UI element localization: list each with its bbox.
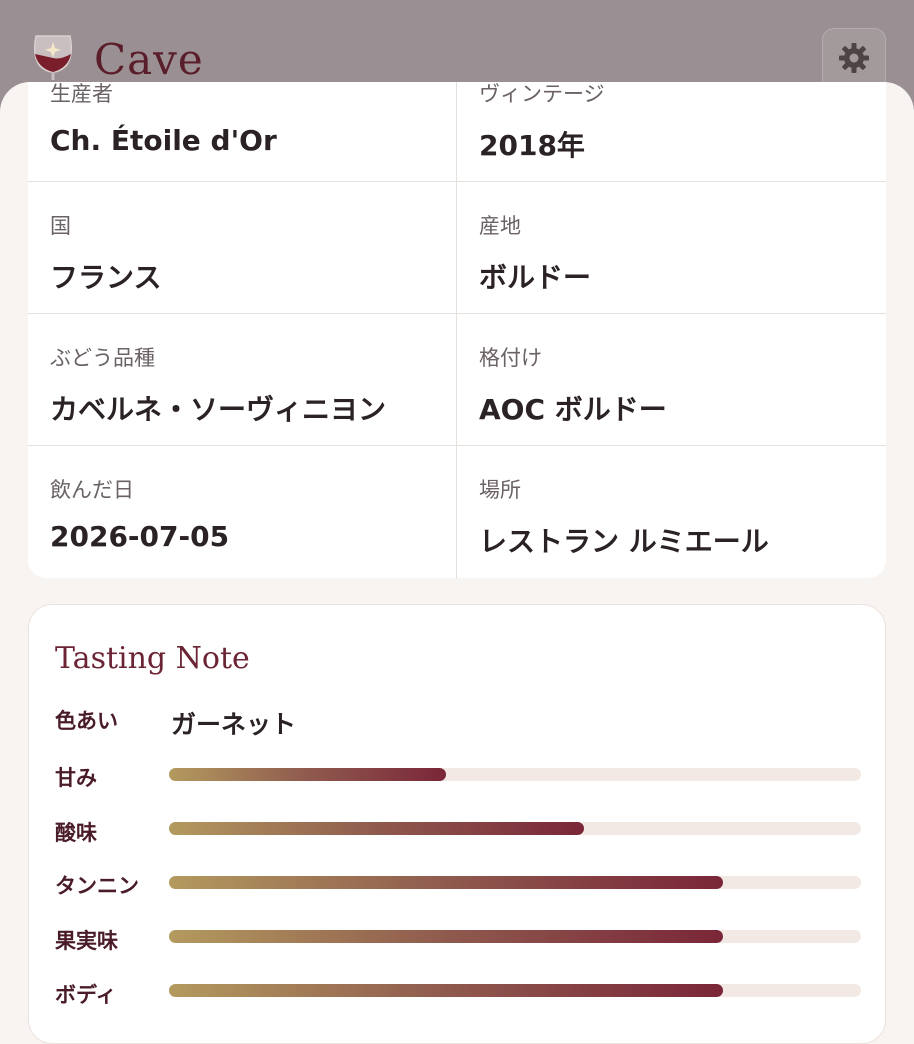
info-label: 生産者 bbox=[50, 82, 113, 106]
info-label: 飲んだ日 bbox=[50, 478, 134, 502]
info-cell-vintage: ヴィンテージ 2018年 bbox=[456, 82, 886, 182]
info-label: ヴィンテージ bbox=[479, 82, 605, 106]
info-label: 産地 bbox=[479, 214, 521, 238]
info-cell-producer: 生産者 Ch. Étoile d'Or bbox=[28, 82, 456, 182]
info-label: ぶどう品種 bbox=[50, 346, 155, 370]
info-value: 2018年 bbox=[479, 129, 585, 162]
info-cell-region: 産地 ボルドー bbox=[456, 182, 886, 314]
info-cell-country: 国 フランス bbox=[28, 182, 456, 314]
info-cell-date: 飲んだ日 2026-07-05 bbox=[28, 446, 456, 578]
info-value: 2026-07-05 bbox=[50, 520, 230, 553]
info-value: フランス bbox=[50, 261, 162, 294]
tasting-note-card: Tasting Note 色あい ガーネット 甘み 酸味 タンニン 果実味 ボデ… bbox=[28, 604, 886, 1044]
bar-track-sweetness bbox=[169, 768, 861, 781]
info-value: レストラン ルミエール bbox=[479, 525, 769, 558]
info-value: AOC ボルドー bbox=[479, 393, 667, 426]
bar-track-acidity bbox=[169, 822, 861, 835]
bar-track-tannin bbox=[169, 876, 861, 889]
wine-info-grid: 生産者 Ch. Étoile d'Or ヴィンテージ 2018年 国 フランス … bbox=[28, 82, 886, 578]
bar-label-tannin: タンニン bbox=[55, 874, 139, 898]
wine-glass-icon bbox=[30, 32, 76, 84]
bar-track-body bbox=[169, 984, 861, 997]
bar-label-sweetness: 甘み bbox=[55, 766, 97, 790]
info-value: Ch. Étoile d'Or bbox=[50, 124, 277, 157]
bar-fill-fruit bbox=[169, 930, 723, 943]
gear-icon bbox=[837, 41, 871, 79]
info-cell-grape: ぶどう品種 カベルネ・ソーヴィニヨン bbox=[28, 314, 456, 446]
info-label: 国 bbox=[50, 214, 71, 238]
app-title: Cave bbox=[94, 35, 204, 84]
info-label: 格付け bbox=[479, 346, 542, 370]
info-value: ボルドー bbox=[479, 261, 592, 294]
bar-label-body: ボディ bbox=[55, 983, 117, 1007]
bar-fill-body bbox=[169, 984, 723, 997]
color-value: ガーネット bbox=[171, 710, 297, 739]
bar-track-fruit bbox=[169, 930, 861, 943]
info-label: 場所 bbox=[479, 478, 521, 502]
bar-label-acidity: 酸味 bbox=[55, 821, 97, 845]
bar-fill-sweetness bbox=[169, 768, 446, 781]
info-cell-place: 場所 レストラン ルミエール bbox=[456, 446, 886, 578]
color-label: 色あい bbox=[55, 709, 118, 733]
info-cell-classification: 格付け AOC ボルドー bbox=[456, 314, 886, 446]
info-value: カベルネ・ソーヴィニヨン bbox=[50, 393, 387, 426]
tasting-note-title: Tasting Note bbox=[55, 641, 250, 676]
bar-label-fruit: 果実味 bbox=[55, 929, 118, 953]
bar-fill-tannin bbox=[169, 876, 723, 889]
bar-fill-acidity bbox=[169, 822, 585, 835]
